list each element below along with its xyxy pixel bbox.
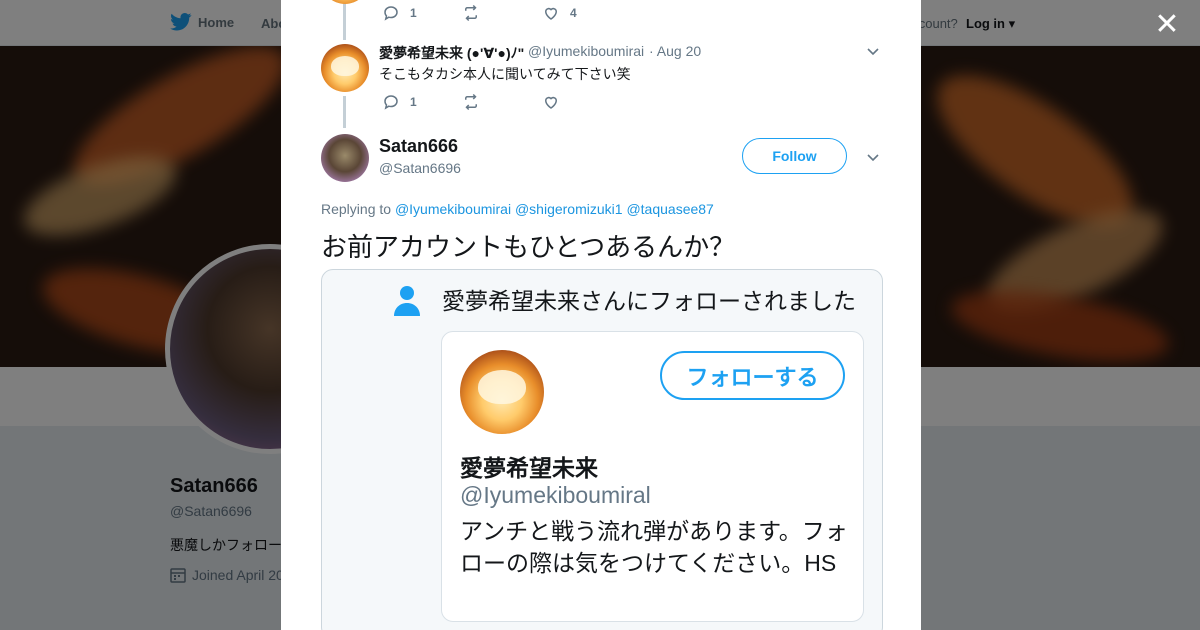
retweet-icon <box>465 4 477 22</box>
follow-button[interactable]: Follow <box>742 138 847 174</box>
like-button[interactable]: 4 <box>542 4 622 22</box>
card-handle: @Iyumekiboumiral <box>460 482 651 508</box>
chevron-down-icon[interactable] <box>865 149 881 165</box>
like-count: 4 <box>570 6 577 20</box>
thread-line <box>343 0 346 40</box>
retweet-button[interactable] <box>462 93 542 111</box>
mention-link[interactable]: @taquasee87 <box>626 201 713 217</box>
replying-to: Replying to @Iyumekiboumirai @shigeromiz… <box>321 201 714 217</box>
prev-tweet-avatar[interactable] <box>321 0 369 4</box>
card-avatar <box>460 350 544 434</box>
reply-tweet-handle[interactable]: @Iyumekiboumirai <box>528 43 644 59</box>
reply-count: 1 <box>410 95 417 109</box>
replying-prefix: Replying to <box>321 201 392 217</box>
reply-tweet-date[interactable]: · Aug 20 <box>649 43 701 59</box>
notification-text: 愛夢希望未来さんにフォローされました <box>442 288 856 314</box>
reply-tweet-avatar[interactable] <box>321 44 369 92</box>
tweet-media-image[interactable]: 愛夢希望未来さんにフォローされました フォローする 愛夢希望未来 @Iyumek… <box>321 269 883 630</box>
chevron-down-icon[interactable] <box>865 43 881 59</box>
tweet-modal: 1 4 愛夢希望未来 (●'∀'●)ﾉ" @Iyumekiboumirai · … <box>281 0 921 630</box>
main-tweet-name[interactable]: Satan666 <box>379 136 458 157</box>
follower-card: フォローする 愛夢希望未来 @Iyumekiboumiral アンチと戦う流れ弾… <box>441 331 864 622</box>
reply-button[interactable]: 1 <box>382 93 462 111</box>
mention-link[interactable]: @Iyumekiboumirai <box>395 201 511 217</box>
reply-button[interactable]: 1 <box>382 4 462 22</box>
main-tweet-text: お前アカウントもひとつあるんか？ <box>321 232 736 262</box>
heart-icon <box>544 7 558 20</box>
mention-link[interactable]: @shigeromizuki1 <box>515 201 623 217</box>
card-bio: アンチと戦う流れ弾があります。フォローの際は気をつけてください。HS <box>460 518 848 576</box>
reply-icon <box>384 6 398 21</box>
reply-tweet-actions: 1 <box>382 93 622 111</box>
person-icon <box>394 286 420 316</box>
heart-icon <box>544 96 558 109</box>
main-tweet-avatar[interactable] <box>321 134 369 182</box>
reply-tweet-name[interactable]: 愛夢希望未来 (●'∀'●)ﾉ" <box>379 43 524 63</box>
like-button[interactable] <box>542 93 622 111</box>
thread-line <box>343 96 346 128</box>
main-tweet-handle[interactable]: @Satan6696 <box>379 160 461 176</box>
reply-count: 1 <box>410 6 417 20</box>
card-name: 愛夢希望未来 <box>460 455 598 481</box>
retweet-icon <box>465 93 477 111</box>
reply-tweet-text: そこもタカシ本人に聞いてみて下さい笑 <box>379 66 631 82</box>
retweet-button[interactable] <box>462 4 542 22</box>
reply-icon <box>384 95 398 110</box>
card-follow-button: フォローする <box>660 351 845 400</box>
close-icon[interactable]: ✕ <box>1152 10 1182 40</box>
prev-tweet-actions: 1 4 <box>382 4 622 22</box>
